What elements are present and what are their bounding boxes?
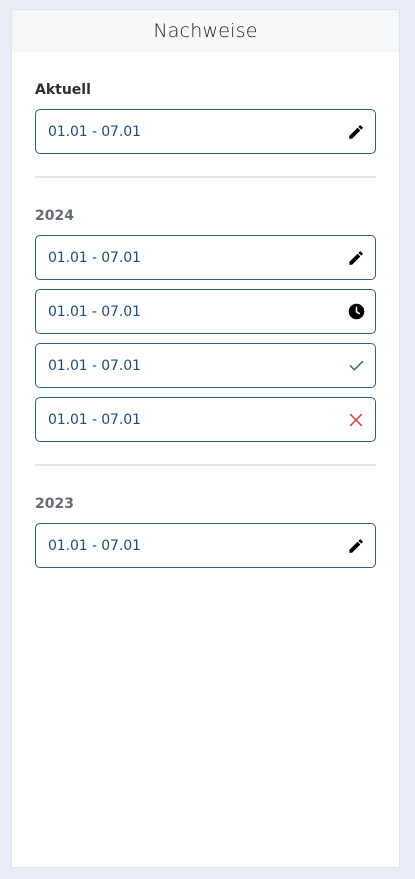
report-card-edit[interactable]: 01.01 - 07.01 — [35, 109, 376, 154]
section-title-2024: 2024 — [35, 208, 74, 224]
cross-icon — [347, 411, 365, 429]
pencil-icon[interactable] — [347, 123, 365, 141]
section-title-2023: 2023 — [35, 496, 74, 512]
year-2023-list: 01.01 - 07.01 — [35, 523, 376, 568]
report-card-rejected[interactable]: 01.01 - 07.01 — [35, 397, 376, 442]
pencil-icon[interactable] — [347, 537, 365, 555]
clock-icon — [347, 303, 365, 321]
divider — [35, 464, 376, 466]
report-date-range: 01.01 - 07.01 — [48, 357, 141, 374]
report-date-range: 01.01 - 07.01 — [48, 411, 141, 428]
content-area: Aktuell 01.01 - 07.01 2024 01.01 - 07.01… — [12, 82, 399, 568]
report-date-range: 01.01 - 07.01 — [48, 249, 141, 266]
report-card-approved[interactable]: 01.01 - 07.01 — [35, 343, 376, 388]
check-icon — [347, 357, 365, 375]
report-card-edit[interactable]: 01.01 - 07.01 — [35, 235, 376, 280]
main-panel: Nachweise Aktuell 01.01 - 07.01 2024 01.… — [11, 9, 400, 868]
report-card-pending[interactable]: 01.01 - 07.01 — [35, 289, 376, 334]
page-title: Nachweise — [153, 20, 258, 42]
section-title-current: Aktuell — [35, 82, 91, 98]
divider — [35, 176, 376, 178]
current-list: 01.01 - 07.01 — [35, 109, 376, 154]
report-card-edit[interactable]: 01.01 - 07.01 — [35, 523, 376, 568]
report-date-range: 01.01 - 07.01 — [48, 537, 141, 554]
report-date-range: 01.01 - 07.01 — [48, 303, 141, 320]
report-date-range: 01.01 - 07.01 — [48, 123, 141, 140]
page-header: Nachweise — [12, 10, 399, 52]
year-2024-list: 01.01 - 07.01 01.01 - 07.01 01.01 - 07.01 0… — [35, 235, 376, 442]
pencil-icon[interactable] — [347, 249, 365, 267]
